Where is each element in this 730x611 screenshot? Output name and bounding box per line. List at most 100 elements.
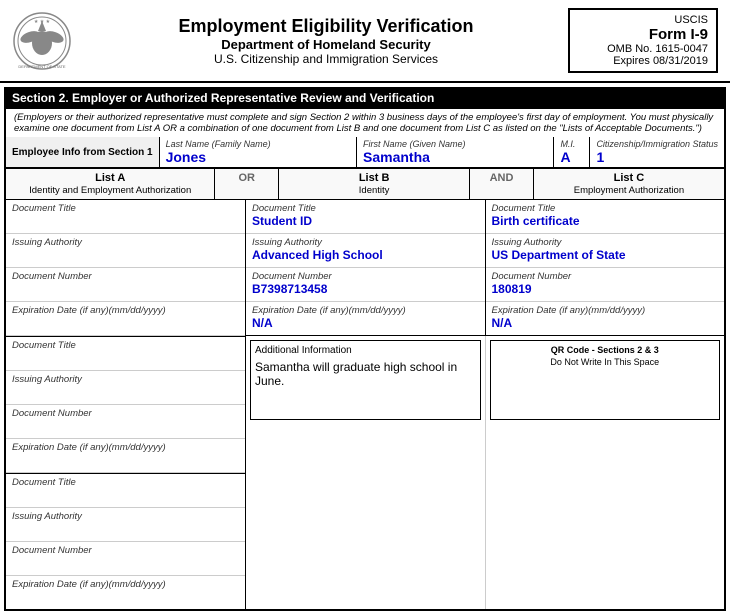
list-a-label: List A (95, 172, 125, 184)
qr-code-area: QR Code - Sections 2 & 3 Do Not Write In… (486, 336, 725, 609)
lista-exp-date-1-value (12, 316, 239, 332)
lista-issuing-auth-2-value (12, 385, 239, 401)
employee-info-label: Employee Info from Section 1 (6, 137, 160, 167)
section2-heading: Section 2. Employer or Authorized Repres… (4, 87, 726, 109)
list-a-header: List A Identity and Employment Authoriza… (6, 169, 215, 199)
section2-note: (Employers or their authorized represent… (4, 109, 726, 137)
listb-doc-number-label: Document Number (252, 271, 479, 282)
lista-exp-date-2-label: Expiration Date (if any)(mm/dd/yyyy) (12, 442, 239, 453)
listc-doc-number-group: Document Number 180819 (486, 268, 725, 302)
list-bc-bottom: Additional Information Samantha will gra… (246, 336, 724, 609)
listb-exp-date-label: Expiration Date (if any)(mm/dd/yyyy) (252, 305, 479, 316)
qr-code-box: QR Code - Sections 2 & 3 Do Not Write In… (490, 340, 721, 420)
lista-doc-title-2-value (12, 351, 239, 367)
lista-doc-title-1-group: Document Title (6, 200, 245, 234)
mi-label: M.I. (560, 139, 583, 149)
lista-doc-number-2-label: Document Number (12, 408, 239, 419)
lista-doc-title-1-value (12, 214, 239, 230)
header-center: Employment Eligibility Verification Depa… (84, 16, 568, 66)
or-divider: OR (215, 169, 279, 199)
listc-doc-title-label: Document Title (492, 203, 719, 214)
employee-info-row: Employee Info from Section 1 Last Name (… (4, 137, 726, 169)
listc-exp-date-label: Expiration Date (if any)(mm/dd/yyyy) (492, 305, 719, 316)
lists-header-row: List A Identity and Employment Authoriza… (4, 169, 726, 200)
lista-doc-title-3-value (12, 488, 239, 504)
list-b-top-fields: Document Title Student ID Issuing Author… (246, 200, 486, 335)
qr-line2: Do Not Write In This Space (550, 357, 659, 367)
last-name-label: Last Name (Family Name) (166, 139, 350, 149)
lista-issuing-auth-3-value (12, 522, 239, 538)
lista-issuing-auth-1-label: Issuing Authority (12, 237, 239, 248)
listb-exp-date-group: Expiration Date (if any)(mm/dd/yyyy) N/A (246, 302, 485, 335)
listc-doc-title-value: Birth certificate (492, 214, 719, 230)
main-content: Document Title Issuing Authority Documen… (4, 200, 726, 611)
list-c-sub: Employment Authorization (574, 185, 684, 196)
lista-exp-date-2-value (12, 453, 239, 469)
lista-doc-title-1-label: Document Title (12, 203, 239, 214)
form-main-title: Employment Eligibility Verification (84, 16, 568, 37)
lista-exp-date-2-group: Expiration Date (if any)(mm/dd/yyyy) (6, 439, 245, 473)
lista-issuing-auth-1-group: Issuing Authority (6, 234, 245, 268)
lista-issuing-auth-3-label: Issuing Authority (12, 511, 239, 522)
listc-issuing-auth-value: US Department of State (492, 248, 719, 264)
lista-issuing-auth-1-value (12, 248, 239, 264)
uscis-label: USCIS (578, 14, 708, 26)
lista-doc-number-3-label: Document Number (12, 545, 239, 556)
listb-doc-number-group: Document Number B7398713458 (246, 268, 485, 302)
list-bc-area: Document Title Student ID Issuing Author… (246, 200, 724, 609)
listb-issuing-auth-label: Issuing Authority (252, 237, 479, 248)
svg-text:DEPARTMENT OF STATE: DEPARTMENT OF STATE (18, 64, 66, 69)
additional-info-box: Additional Information Samantha will gra… (250, 340, 481, 420)
form-dept: Department of Homeland Security (84, 37, 568, 52)
last-name-value: Jones (166, 149, 350, 165)
lista-doc-title-3-label: Document Title (12, 477, 239, 488)
lista-doc-title-2-group: Document Title (6, 336, 245, 371)
last-name-field: Last Name (Family Name) Jones (160, 137, 357, 167)
additional-info-value: Samantha will graduate high school in Ju… (255, 360, 476, 388)
lista-doc-number-2-group: Document Number (6, 405, 245, 439)
citizenship-field: Citizenship/Immigration Status 1 (590, 137, 724, 167)
mi-value: A (560, 149, 583, 165)
lista-exp-date-3-label: Expiration Date (if any)(mm/dd/yyyy) (12, 579, 239, 590)
listc-exp-date-value: N/A (492, 316, 719, 332)
list-a-sub: Identity and Employment Authorization (29, 185, 191, 196)
listb-issuing-auth-value: Advanced High School (252, 248, 479, 264)
lista-exp-date-1-group: Expiration Date (if any)(mm/dd/yyyy) (6, 302, 245, 336)
form-id-box: USCIS Form I-9 OMB No. 1615-0047 Expires… (568, 8, 718, 73)
lista-doc-number-2-value (12, 419, 239, 435)
list-b-label: List B (359, 172, 390, 184)
citizenship-value: 1 (596, 149, 718, 165)
citizenship-label: Citizenship/Immigration Status (596, 139, 718, 149)
list-c-top-fields: Document Title Birth certificate Issuing… (486, 200, 725, 335)
lista-doc-title-3-group: Document Title (6, 473, 245, 508)
svg-text:★ ★ ★: ★ ★ ★ (34, 19, 51, 25)
listc-issuing-auth-group: Issuing Authority US Department of State (486, 234, 725, 268)
listc-issuing-auth-label: Issuing Authority (492, 237, 719, 248)
listb-issuing-auth-group: Issuing Authority Advanced High School (246, 234, 485, 268)
list-c-header: List C Employment Authorization (534, 169, 724, 199)
listb-doc-title-value: Student ID (252, 214, 479, 230)
list-bc-top: Document Title Student ID Issuing Author… (246, 200, 724, 336)
list-b-sub: Identity (359, 185, 390, 196)
list-c-label: List C (614, 172, 645, 184)
form-number: Form I-9 (578, 26, 708, 43)
listc-exp-date-group: Expiration Date (if any)(mm/dd/yyyy) N/A (486, 302, 725, 335)
lista-doc-number-1-value (12, 282, 239, 298)
uscis-seal: ★ ★ ★ DEPARTMENT OF STATE (12, 11, 72, 71)
listb-doc-number-value: B7398713458 (252, 282, 479, 298)
header: ★ ★ ★ DEPARTMENT OF STATE Employment Eli… (0, 0, 730, 83)
omb-number: OMB No. 1615-0047 (578, 43, 708, 55)
form-agency: U.S. Citizenship and Immigration Service… (84, 52, 568, 66)
lista-doc-number-1-label: Document Number (12, 271, 239, 282)
listc-doc-title-group: Document Title Birth certificate (486, 200, 725, 234)
listc-doc-number-label: Document Number (492, 271, 719, 282)
lista-exp-date-3-value (12, 590, 239, 606)
lista-issuing-auth-3-group: Issuing Authority (6, 508, 245, 542)
lista-exp-date-1-label: Expiration Date (if any)(mm/dd/yyyy) (12, 305, 239, 316)
mi-field: M.I. A (554, 137, 590, 167)
lista-exp-date-3-group: Expiration Date (if any)(mm/dd/yyyy) (6, 576, 245, 609)
listb-exp-date-value: N/A (252, 316, 479, 332)
lista-doc-number-3-value (12, 556, 239, 572)
lista-doc-title-2-label: Document Title (12, 340, 239, 351)
first-name-label: First Name (Given Name) (363, 139, 547, 149)
